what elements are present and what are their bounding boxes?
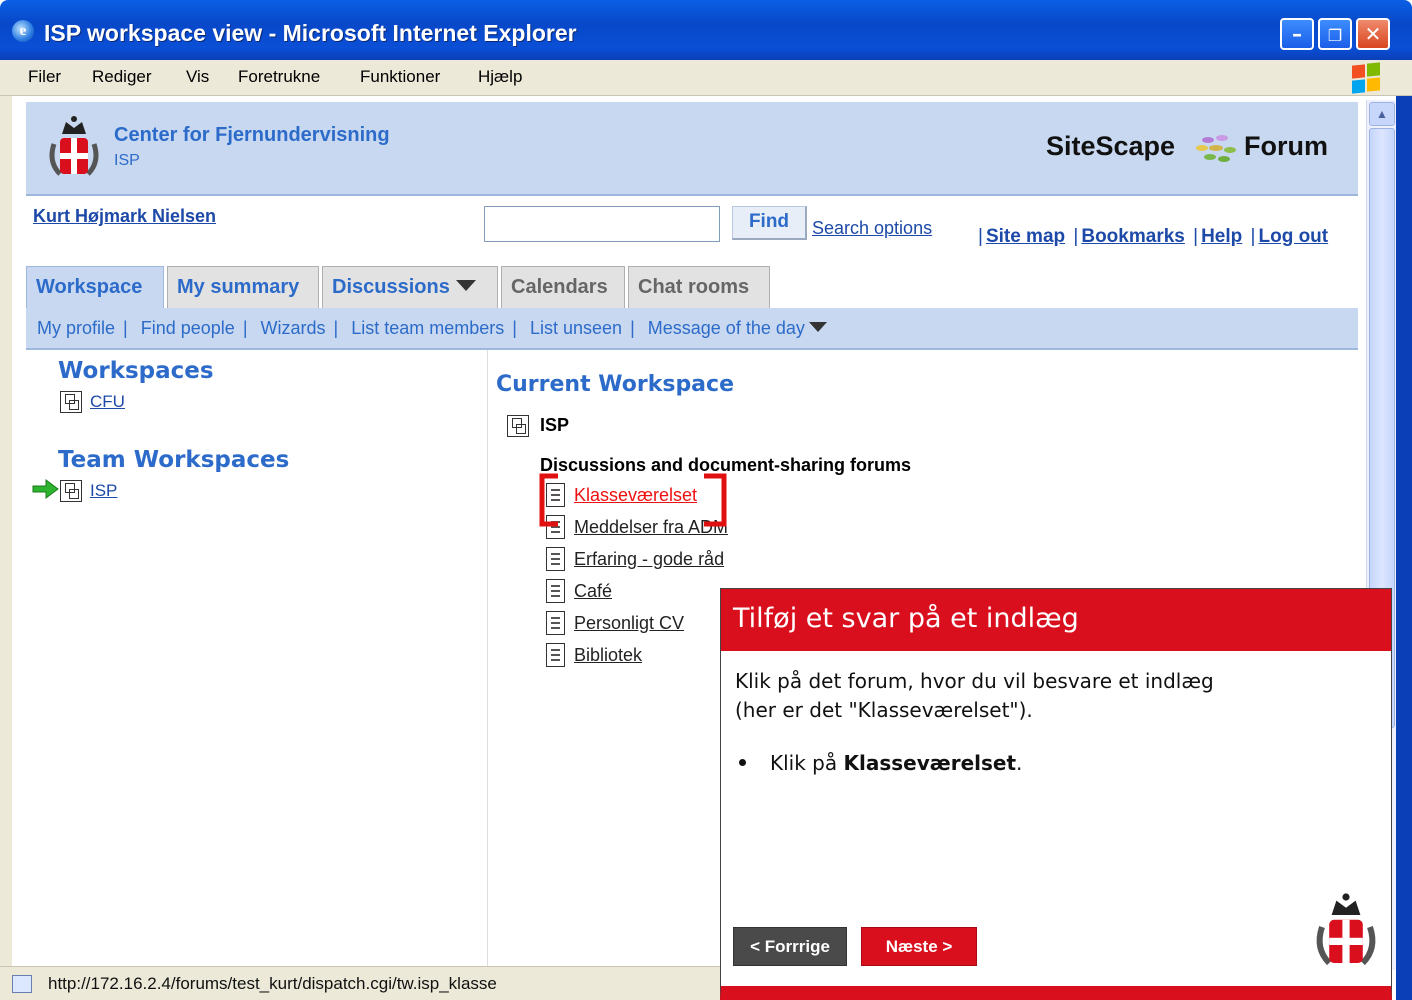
search-input[interactable] [484, 206, 720, 242]
workspace-link-cfu[interactable]: CFU [90, 392, 125, 412]
next-button[interactable]: Næste > [861, 927, 977, 966]
scroll-up-icon[interactable]: ▲ [1369, 102, 1395, 126]
window-frame-left [0, 96, 12, 966]
minimize-button[interactable]: – [1280, 18, 1314, 50]
tutorial-bullet: Klik på Klasseværelset. [735, 751, 1295, 775]
menu-help[interactable]: Hjælp [478, 67, 522, 87]
tab-discussions-label: Discussions [332, 276, 450, 298]
tutorial-bullet-bold: Klasseværelset [843, 751, 1017, 775]
window-title: ISP workspace view - Microsoft Internet … [44, 20, 577, 46]
forum-logo-text: Forum [1244, 131, 1328, 161]
menu-favorites[interactable]: Foretrukne [238, 67, 320, 87]
forum-link-erfaring[interactable]: Erfaring - gode råd [574, 549, 724, 570]
tutorial-body-line-2: (her er det "Klasseværelset"). [735, 698, 1033, 722]
tab-chat-rooms[interactable]: Chat rooms [628, 266, 770, 308]
sitescape-logo-text: SiteScape [1046, 131, 1176, 161]
tutorial-body-line-1: Klik på det forum, hvor du vil besvare e… [735, 669, 1214, 693]
search-options-link[interactable]: Search options [812, 218, 932, 239]
workspaces-sidebar [26, 350, 488, 966]
chevron-down-icon [455, 280, 476, 291]
find-button[interactable]: Find [732, 206, 807, 240]
help-link[interactable]: Help [1201, 226, 1242, 247]
menu-view[interactable]: Vis [186, 67, 209, 87]
bookmarks-link[interactable]: Bookmarks [1081, 226, 1185, 247]
menu-bar: Filer Rediger Vis Foretrukne Funktioner … [0, 60, 1412, 96]
forum-document-icon [546, 643, 565, 667]
ie-icon: e [12, 20, 34, 42]
sub-navigation-items: My profile | Find people | Wizards | List t… [37, 318, 827, 339]
restore-icon: ❐ [1327, 26, 1343, 45]
site-map-link[interactable]: Site map [986, 226, 1065, 247]
crest-logo-icon [49, 116, 99, 176]
tutorial-panel: Tilføj et svar på et indlæg Klik på det … [720, 588, 1392, 1000]
tutorial-title: Tilføj et svar på et indlæg [721, 589, 1391, 651]
current-workspace-heading: Current Workspace [496, 372, 734, 397]
bullet-icon [739, 759, 746, 766]
top-links: | Site map | Bookmarks | Help | Log out [978, 226, 1329, 247]
tutorial-bullet-prefix: Klik på [770, 751, 844, 775]
my-profile-link[interactable]: My profile [37, 318, 115, 338]
workspace-icon [60, 391, 82, 413]
forum-document-icon [546, 579, 565, 603]
forum-link-bibliotek[interactable]: Bibliotek [574, 645, 642, 666]
org-name[interactable]: Center for Fjernundervisning [114, 124, 390, 147]
menu-tools[interactable]: Funktioner [360, 67, 440, 87]
current-arrow-icon [32, 479, 59, 499]
workspace-icon [60, 480, 82, 502]
forum-link-cafe[interactable]: Café [574, 581, 612, 602]
menu-edit[interactable]: Rediger [92, 67, 152, 87]
forum-document-icon [546, 547, 565, 571]
find-people-link[interactable]: Find people [141, 318, 235, 338]
tutorial-body: Klik på det forum, hvor du vil besvare e… [735, 667, 1295, 725]
log-out-link[interactable]: Log out [1258, 226, 1328, 247]
list-unseen-link[interactable]: List unseen [530, 318, 622, 338]
close-button[interactable]: ✕ [1356, 18, 1390, 50]
workspaces-heading: Workspaces [58, 358, 214, 384]
list-team-members-link[interactable]: List team members [351, 318, 504, 338]
tab-calendars[interactable]: Calendars [501, 266, 625, 308]
forum-document-icon [546, 611, 565, 635]
windows-logo-icon [1350, 62, 1382, 94]
close-icon: ✕ [1364, 22, 1382, 46]
status-bar: http://172.16.2.4/forums/test_kurt/dispa… [0, 966, 720, 1000]
restore-button[interactable]: ❐ [1318, 18, 1352, 50]
highlight-bracket [539, 473, 727, 527]
forum-link-personligt-cv[interactable]: Personligt CV [574, 613, 684, 634]
previous-button[interactable]: < Forrrige [733, 927, 847, 966]
crest-logo-icon [1316, 893, 1376, 966]
tab-discussions[interactable]: Discussions [322, 266, 498, 308]
tutorial-bullet-suffix: . [1016, 751, 1023, 775]
current-workspace-name: ISP [540, 415, 570, 435]
minimize-icon: – [1292, 22, 1302, 46]
tab-workspace[interactable]: Workspace [26, 266, 164, 309]
title-bar: e ISP workspace view - Microsoft Interne… [0, 0, 1412, 60]
chevron-down-icon [808, 322, 827, 332]
team-workspace-link-isp[interactable]: ISP [90, 481, 117, 501]
tab-my-summary[interactable]: My summary [167, 266, 319, 308]
wizards-link[interactable]: Wizards [261, 318, 326, 338]
sitescape-logo-icon [1196, 135, 1236, 162]
page-icon [12, 975, 32, 993]
menu-file[interactable]: Filer [28, 67, 61, 87]
team-workspaces-heading: Team Workspaces [58, 447, 290, 473]
status-url: http://172.16.2.4/forums/test_kurt/dispa… [48, 974, 497, 993]
window-frame-right [1396, 96, 1412, 1000]
workspace-icon [507, 415, 529, 437]
message-of-the-day-link[interactable]: Message of the day [648, 318, 805, 338]
user-name-link[interactable]: Kurt Højmark Nielsen [33, 206, 216, 227]
org-subtitle[interactable]: ISP [114, 152, 140, 170]
